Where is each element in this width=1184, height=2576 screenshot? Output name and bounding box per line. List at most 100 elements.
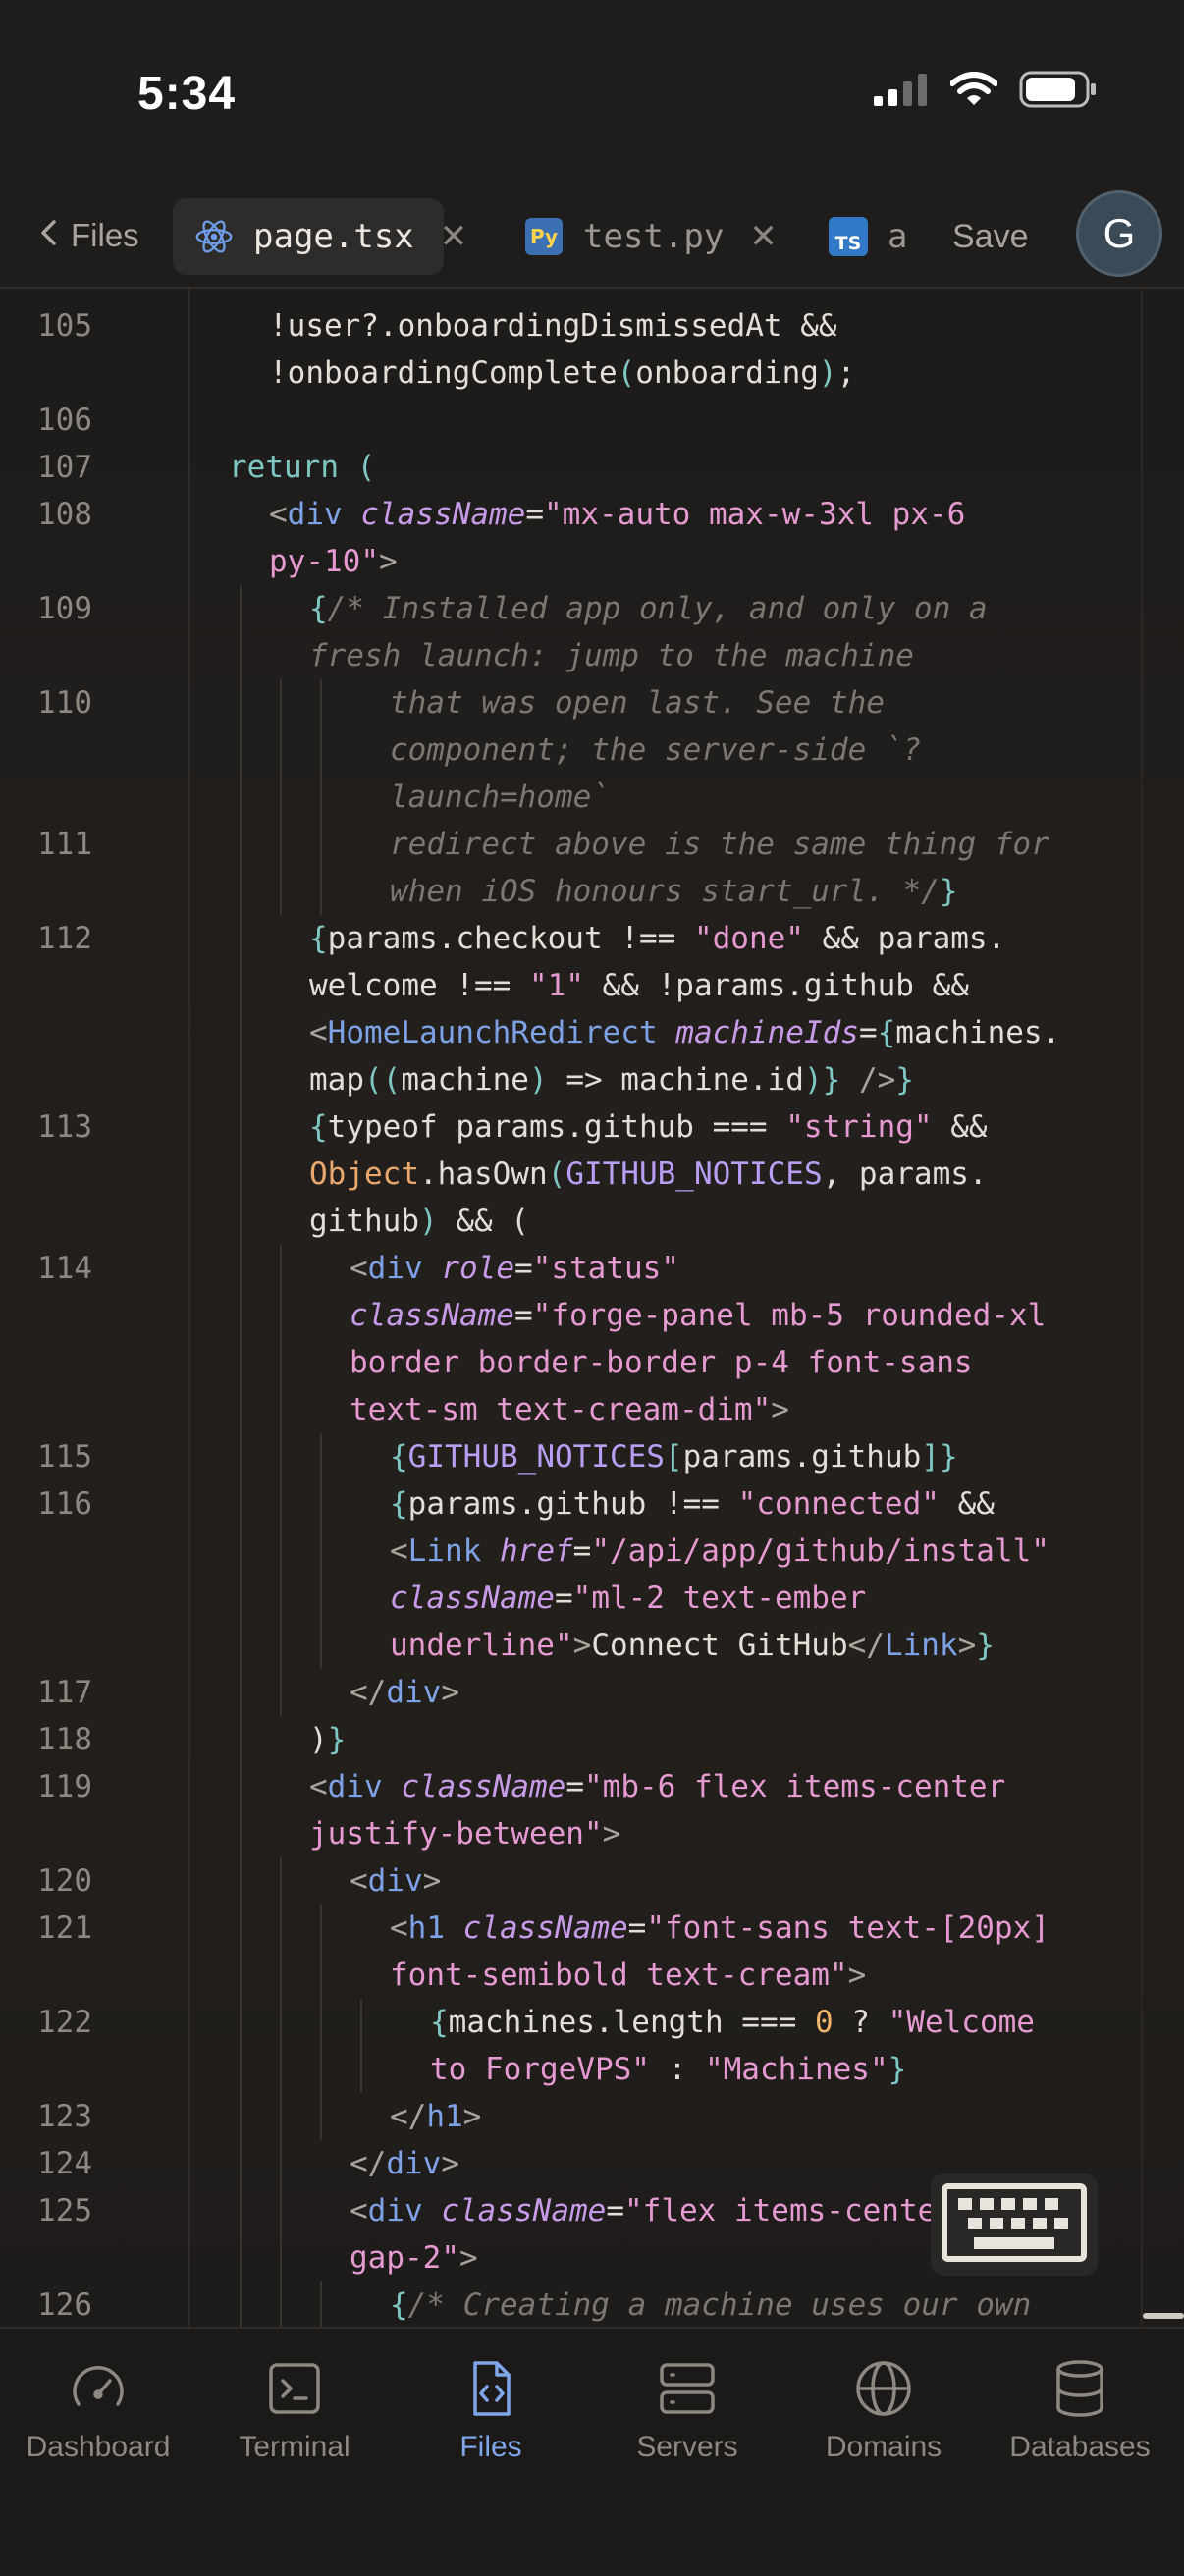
code-line[interactable]: text-sm text-cream-dim"> [0, 1386, 1184, 1433]
code-token: , params. [822, 1156, 988, 1192]
code-line[interactable]: 115 {GITHUB_NOTICES[params.github]} [0, 1433, 1184, 1480]
code-line[interactable]: Object.hasOwn(GITHUB_NOTICES, params. [0, 1151, 1184, 1198]
code-line[interactable]: 110 that was open last. See the [0, 679, 1184, 726]
code-line[interactable]: className="forge-panel mb-5 rounded-xl [0, 1292, 1184, 1339]
back-to-files-button[interactable]: Files [39, 208, 139, 263]
code-token: < [390, 1910, 408, 1946]
nav-domains[interactable]: Domains [785, 2354, 982, 2464]
code-token: return ( [229, 450, 376, 485]
code-line[interactable]: 107 return ( [0, 444, 1184, 491]
code-token: } [327, 1722, 347, 1757]
code-line[interactable]: welcome !== "1" && !params.github && [0, 962, 1184, 1009]
code-line[interactable]: font-semibold text-cream"> [0, 1952, 1184, 1999]
code-line[interactable]: map((machine) => machine.id)} />} [0, 1056, 1184, 1103]
tab-test-py[interactable]: Py test.py ✕ [524, 198, 778, 275]
code-line[interactable]: 118)} [0, 1716, 1184, 1763]
tab-label: page.tsx [253, 217, 414, 256]
code-line[interactable]: launch=home` [0, 774, 1184, 821]
editor-tab-bar: Files page.tsx ✕ Py test.py ✕ TS a Save … [0, 187, 1184, 289]
code-line[interactable]: 119 <div className="mb-6 flex items-cente… [0, 1763, 1184, 1810]
code-line[interactable]: 106 [0, 397, 1184, 444]
save-button[interactable]: Save [952, 208, 1029, 265]
horizontal-scroll-thumb[interactable] [1143, 2313, 1184, 2319]
code-token: "forge-panel mb-5 rounded-xl [532, 1298, 1047, 1333]
code-token: redirect above is the same thing for [390, 827, 1049, 862]
code-line[interactable]: className="ml-2 text-ember [0, 1575, 1184, 1622]
code-editor[interactable]: 105 !user?.onboardingDismissedAt && !onboa… [0, 289, 1184, 2327]
indent-guide [240, 2140, 242, 2187]
code-line[interactable]: !onboardingComplete(onboarding); [0, 349, 1184, 397]
tab-page-tsx[interactable]: page.tsx ✕ [173, 198, 467, 275]
indent-guide [240, 1669, 242, 1716]
tab-a[interactable]: TS a [829, 198, 907, 275]
code-token: that was open last. See the [390, 685, 885, 721]
code-line[interactable]: 114 <div role="status" [0, 1245, 1184, 1292]
close-tab-icon[interactable]: ✕ [749, 217, 778, 256]
indent-guide [320, 774, 322, 821]
code-token: = [514, 1251, 533, 1286]
nav-dashboard[interactable]: Dashboard [0, 2354, 196, 2464]
line-number: 114 [37, 1251, 92, 1286]
code-line[interactable]: 116 {params.github !== "connected" && [0, 1480, 1184, 1528]
indent-guide [240, 1009, 242, 1056]
code-line[interactable]: 117 </div> [0, 1669, 1184, 1716]
code-token: </ [390, 2099, 427, 2134]
code-line[interactable]: 123 </h1> [0, 2093, 1184, 2140]
code-line[interactable]: underline">Connect GitHub</Link>} [0, 1622, 1184, 1669]
code-text: underline">Connect GitHub</Link>} [390, 1622, 995, 1669]
code-token: className [462, 1910, 628, 1946]
indent-guide [320, 821, 322, 868]
code-line[interactable]: 122 {machines.length === 0 ? "Welcome [0, 1999, 1184, 2046]
nav-servers[interactable]: Servers [589, 2354, 785, 2464]
code-token: < [309, 1769, 328, 1804]
indent-guide [280, 1575, 282, 1622]
indent-guide [280, 1339, 282, 1386]
close-tab-icon[interactable]: ✕ [440, 217, 468, 256]
nav-files[interactable]: Files [393, 2354, 589, 2464]
line-number: 106 [37, 402, 92, 438]
code-token: href [500, 1533, 573, 1569]
nav-label: Terminal [239, 2431, 350, 2463]
nav-databases[interactable]: Databases [982, 2354, 1178, 2464]
avatar[interactable]: G [1076, 190, 1162, 277]
code-line[interactable]: border border-border p-4 font-sans [0, 1339, 1184, 1386]
code-token: && [932, 1109, 988, 1145]
code-token: } [895, 1062, 914, 1098]
typescript-icon: TS [829, 217, 868, 256]
code-line[interactable]: <HomeLaunchRedirect machineIds={machines… [0, 1009, 1184, 1056]
cellular-signal-icon [874, 73, 929, 111]
line-number: 105 [37, 308, 92, 344]
code-token: < [269, 497, 288, 532]
code-line[interactable]: fresh launch: jump to the machine [0, 632, 1184, 679]
code-line[interactable]: component; the server-side `? [0, 726, 1184, 774]
code-token: > [441, 1675, 459, 1710]
indent-guide [280, 2140, 282, 2187]
code-line[interactable]: <Link href="/api/app/github/install" [0, 1528, 1184, 1575]
code-line[interactable]: 113 {typeof params.github === "string" && [0, 1103, 1184, 1151]
code-line[interactable]: 126 {/* Creating a machine uses our own [0, 2281, 1184, 2327]
code-line[interactable]: 121 <h1 className="font-sans text-[20px] [0, 1905, 1184, 1952]
code-line[interactable]: 105 !user?.onboardingDismissedAt && [0, 302, 1184, 349]
nav-label: Files [459, 2431, 522, 2463]
code-line[interactable]: 112 {params.checkout !== "done" && params… [0, 915, 1184, 962]
code-token: "connected" [737, 1486, 940, 1522]
nav-terminal[interactable]: Terminal [196, 2354, 393, 2464]
code-line[interactable]: py-10"> [0, 538, 1184, 585]
code-text: <div className="mb-6 flex items-center [309, 1763, 1005, 1810]
code-line[interactable]: justify-between"> [0, 1810, 1184, 1857]
battery-icon [1019, 71, 1098, 113]
code-line[interactable]: 109 {/* Installed app only, and only on a [0, 585, 1184, 632]
keyboard-toggle-button[interactable] [931, 2174, 1098, 2276]
code-token: div [367, 2193, 423, 2228]
code-line[interactable]: github) && ( [0, 1198, 1184, 1245]
code-line[interactable]: to ForgeVPS" : "Machines"} [0, 2046, 1184, 2093]
code-line[interactable]: when iOS honours start_url. */} [0, 868, 1184, 915]
code-line[interactable]: 120 <div> [0, 1857, 1184, 1905]
code-token: (( [364, 1062, 402, 1098]
code-line[interactable]: 108 <div className="mx-auto max-w-3xl px-… [0, 491, 1184, 538]
code-line[interactable]: 111 redirect above is the same thing for [0, 821, 1184, 868]
code-token: map [309, 1062, 364, 1098]
code-text: fresh launch: jump to the machine [309, 632, 914, 679]
code-token: > [771, 1392, 789, 1427]
indent-guide [240, 1386, 242, 1433]
